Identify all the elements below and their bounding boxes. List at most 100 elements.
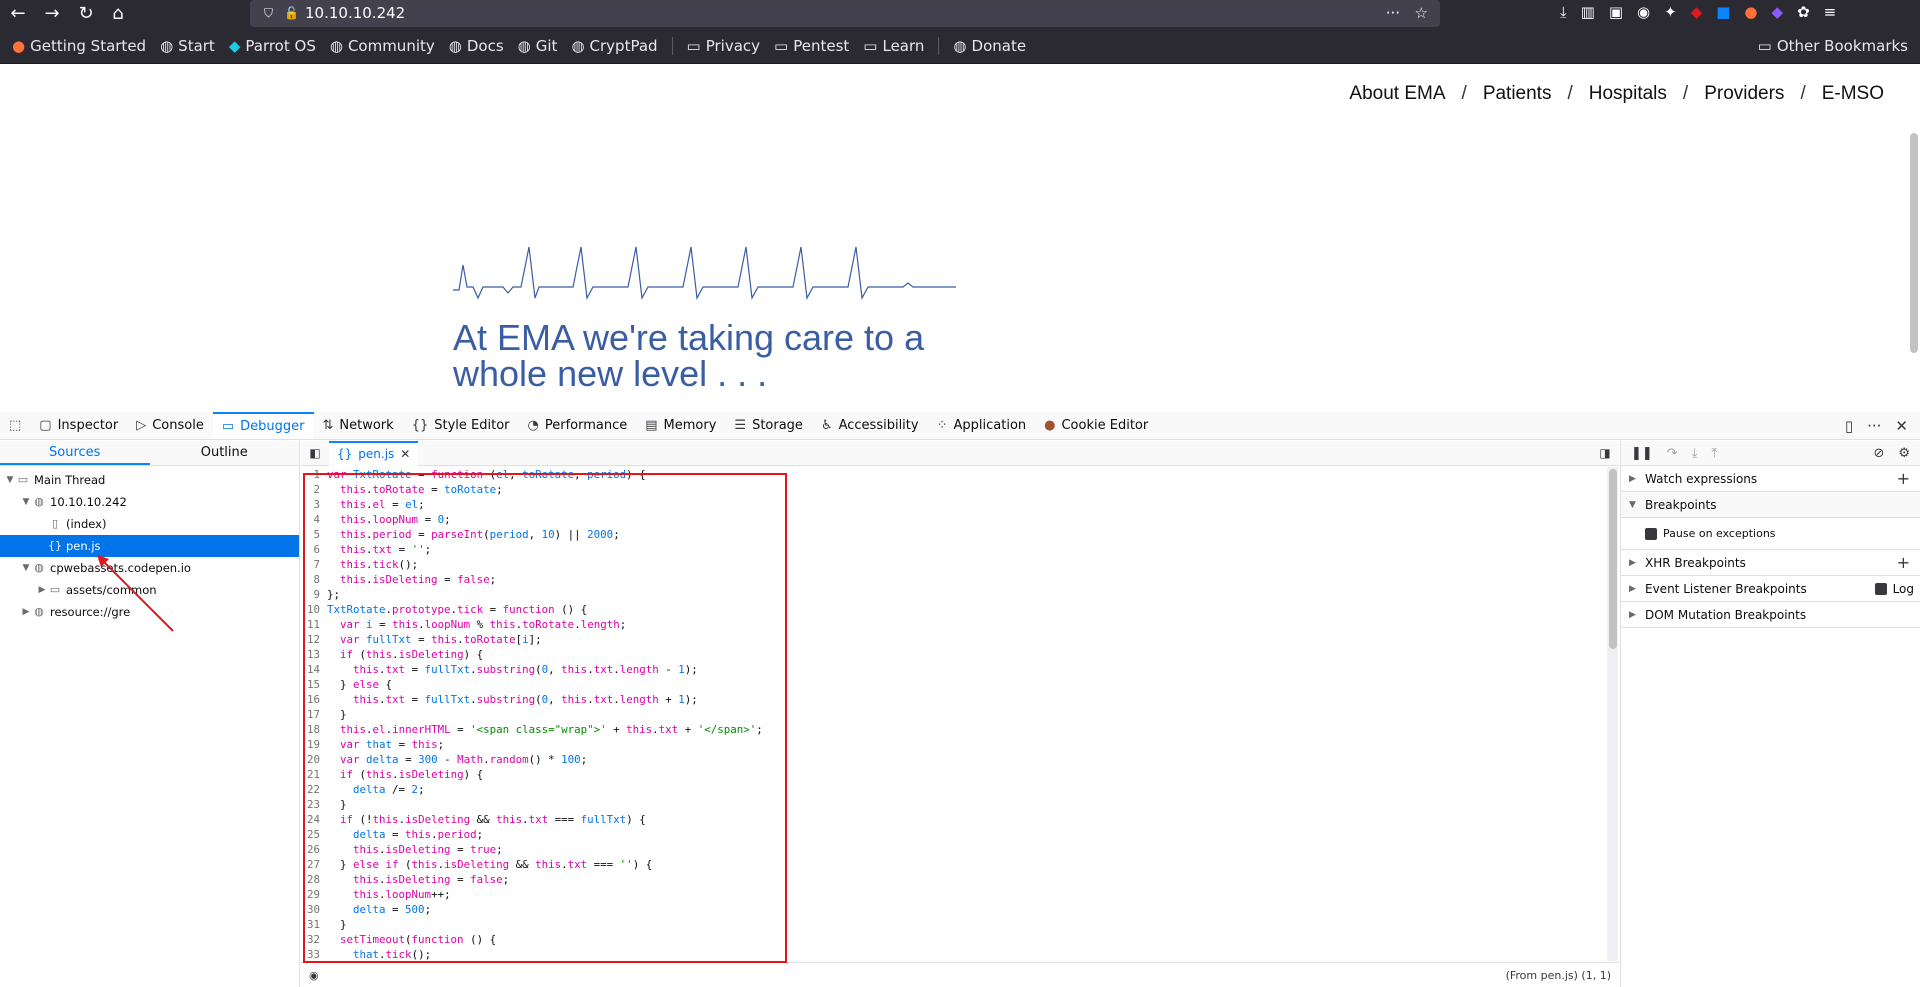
- nav-emso[interactable]: E-MSO: [1822, 83, 1884, 105]
- code-line: 6 this.txt = '';: [313, 543, 432, 556]
- url-bar[interactable]: ⛉ 🔓 10.10.10.242 ··· ☆: [250, 0, 1440, 27]
- close-icon[interactable]: ✕: [1895, 417, 1908, 435]
- extension-icon[interactable]: ■: [1716, 3, 1730, 21]
- tab-accessibility[interactable]: ♿ Accessibility: [812, 412, 928, 439]
- sidebar-icon[interactable]: ▣: [1609, 3, 1623, 21]
- tab-outline[interactable]: Outline: [150, 441, 300, 465]
- extension-icon[interactable]: ◆: [1772, 3, 1784, 21]
- home-icon[interactable]: ⌂: [106, 2, 130, 26]
- nav-patients[interactable]: Patients: [1483, 83, 1552, 105]
- ublock-icon[interactable]: ◆: [1691, 3, 1703, 21]
- code-line: 31 }: [306, 918, 347, 931]
- extension-icon[interactable]: ◉: [1637, 3, 1650, 21]
- bookmark-parrot-os[interactable]: ◆ Parrot OS: [229, 37, 316, 55]
- close-tab-icon[interactable]: ✕: [400, 447, 410, 461]
- add-watch-icon[interactable]: +: [1897, 466, 1920, 492]
- breakpoints-section[interactable]: ▼ Breakpoints: [1621, 492, 1920, 518]
- step-out-icon[interactable]: ⤒: [1711, 446, 1717, 461]
- bookmark-community[interactable]: ◍ Community: [330, 37, 435, 55]
- add-xhr-icon[interactable]: +: [1897, 550, 1920, 576]
- element-picker-icon[interactable]: ⬚: [0, 412, 30, 439]
- pause-on-exceptions[interactable]: Pause on exceptions: [1621, 518, 1920, 550]
- code-line: 15 } else {: [306, 678, 393, 691]
- menu-icon[interactable]: ≡: [1824, 3, 1837, 21]
- tab-memory[interactable]: ▤ Memory: [636, 412, 725, 439]
- bookmark-donate[interactable]: ◍ Donate: [953, 37, 1026, 55]
- nav-hospitals[interactable]: Hospitals: [1589, 83, 1667, 105]
- code-line: 33 that.tick();: [306, 948, 432, 961]
- toggle-sources-icon[interactable]: ◧: [301, 446, 329, 460]
- settings-icon[interactable]: ⚙: [1898, 446, 1910, 461]
- globe-icon: ◍: [571, 36, 585, 55]
- step-in-icon[interactable]: ⤓: [1692, 446, 1698, 461]
- xhr-breakpoints[interactable]: ▶ XHR Breakpoints +: [1621, 550, 1920, 576]
- watch-expressions[interactable]: ▶ Watch expressions +: [1621, 466, 1920, 492]
- tab-performance[interactable]: ◔ Performance: [519, 412, 637, 439]
- devtools-tabbar: ⬚ ▢ Inspector ▷ Console ▭ Debugger ⇅ Network…: [0, 412, 1920, 440]
- forward-icon[interactable]: →: [40, 2, 64, 26]
- step-over-icon[interactable]: ↷: [1667, 446, 1678, 461]
- bookmark-git[interactable]: ◍ Git: [518, 37, 558, 55]
- tab-sources[interactable]: Sources: [0, 441, 150, 465]
- editor-scrollbar[interactable]: [1607, 467, 1618, 961]
- reload-icon[interactable]: ↻: [74, 2, 98, 26]
- bookmark-folder-privacy[interactable]: ▭ Privacy: [687, 37, 761, 55]
- code-line: 24 if (!this.isDeleting && this.txt === …: [306, 813, 646, 826]
- tab-console[interactable]: ▷ Console: [127, 412, 213, 439]
- tab-storage[interactable]: ☰ Storage: [725, 412, 812, 439]
- tab-cookie-editor[interactable]: ● Cookie Editor: [1035, 412, 1157, 439]
- tab-debugger[interactable]: ▭ Debugger: [212, 412, 314, 439]
- editor-footer: ◉ (From pen.js) (1, 1): [301, 962, 1619, 987]
- disable-breakpoints-icon[interactable]: ⊘: [1873, 446, 1884, 461]
- dom-mutation-breakpoints[interactable]: ▶ DOM Mutation Breakpoints: [1621, 602, 1920, 628]
- toggle-panes-icon[interactable]: ◨: [1591, 446, 1619, 460]
- extension-icon[interactable]: ✦: [1664, 3, 1677, 21]
- bookmarks-bar: ● Getting Started ◍ Start ◆ Parrot OS ◍ Comm…: [0, 28, 1920, 64]
- bookmark-docs[interactable]: ◍ Docs: [449, 37, 504, 55]
- eye-icon[interactable]: ◉: [309, 969, 319, 982]
- downloads-icon[interactable]: ⤓: [1560, 3, 1567, 21]
- bookmark-getting-started[interactable]: ● Getting Started: [12, 37, 146, 55]
- nav-providers[interactable]: Providers: [1704, 83, 1784, 105]
- code-line: 23 }: [306, 798, 347, 811]
- code-line: 32 setTimeout(function () {: [306, 933, 497, 946]
- code-line: 29 this.loopNum++;: [306, 888, 451, 901]
- code-editor[interactable]: 1 var TxtRotate = function (el, toRotate,…: [301, 467, 1607, 961]
- page-scrollbar[interactable]: [1910, 133, 1918, 353]
- editor-tab-pen-js[interactable]: {} pen.js ✕: [329, 440, 419, 466]
- other-bookmarks[interactable]: ▭ Other Bookmarks: [1758, 37, 1908, 55]
- back-icon[interactable]: ←: [6, 2, 30, 26]
- page-actions-icon[interactable]: ···: [1386, 0, 1400, 27]
- checkbox[interactable]: [1645, 527, 1657, 540]
- code-line: 22 delta /= 2;: [306, 783, 425, 796]
- nav-about[interactable]: About EMA: [1349, 83, 1445, 105]
- bookmark-star-icon[interactable]: ☆: [1415, 0, 1428, 27]
- tree-main-thread[interactable]: ▼ ▭ Main Thread: [0, 469, 299, 491]
- dock-icon[interactable]: ▯: [1845, 417, 1853, 435]
- bookmark-folder-pentest[interactable]: ▭ Pentest: [774, 37, 849, 55]
- extension-icon[interactable]: ●: [1744, 3, 1757, 21]
- expand-icon: ▼: [1629, 499, 1636, 510]
- extension-icon[interactable]: ✿: [1797, 3, 1810, 21]
- tab-network[interactable]: ⇅ Network: [314, 412, 403, 439]
- tab-application[interactable]: ⁘ Application: [928, 412, 1036, 439]
- pause-icon[interactable]: ❚❚: [1631, 446, 1653, 461]
- browser-toolbar: ← → ↻ ⌂ ⛉ 🔓 10.10.10.242 ··· ☆ ⤓ ▥ ▣ ◉ ✦…: [0, 0, 1920, 28]
- firefox-icon: ●: [12, 36, 26, 55]
- code-line: 1 var TxtRotate = function (el, toRotate,…: [313, 468, 646, 481]
- bookmark-cryptpad[interactable]: ◍ CryptPad: [571, 37, 657, 55]
- tab-style-editor[interactable]: {} Style Editor: [403, 412, 519, 439]
- more-options-icon[interactable]: ···: [1867, 417, 1881, 435]
- library-icon[interactable]: ▥: [1581, 3, 1595, 21]
- code-line: 20 var delta = 300 - Math.random() * 100…: [306, 753, 588, 766]
- tab-inspector[interactable]: ▢ Inspector: [30, 412, 127, 439]
- bookmark-start[interactable]: ◍ Start: [160, 37, 215, 55]
- collapse-icon: ▶: [38, 585, 46, 595]
- bookmark-folder-learn[interactable]: ▭ Learn: [863, 37, 924, 55]
- accessibility-icon: ♿: [820, 418, 833, 433]
- event-listener-breakpoints[interactable]: ▶ Event Listener Breakpoints Log: [1621, 576, 1920, 602]
- tree-index[interactable]: ▯ (index): [0, 513, 299, 535]
- code-line: 11 var i = this.loopNum % this.toRotate.…: [306, 618, 627, 631]
- log-checkbox[interactable]: [1874, 582, 1887, 595]
- tree-host[interactable]: ▼ ◍ 10.10.10.242: [0, 491, 299, 513]
